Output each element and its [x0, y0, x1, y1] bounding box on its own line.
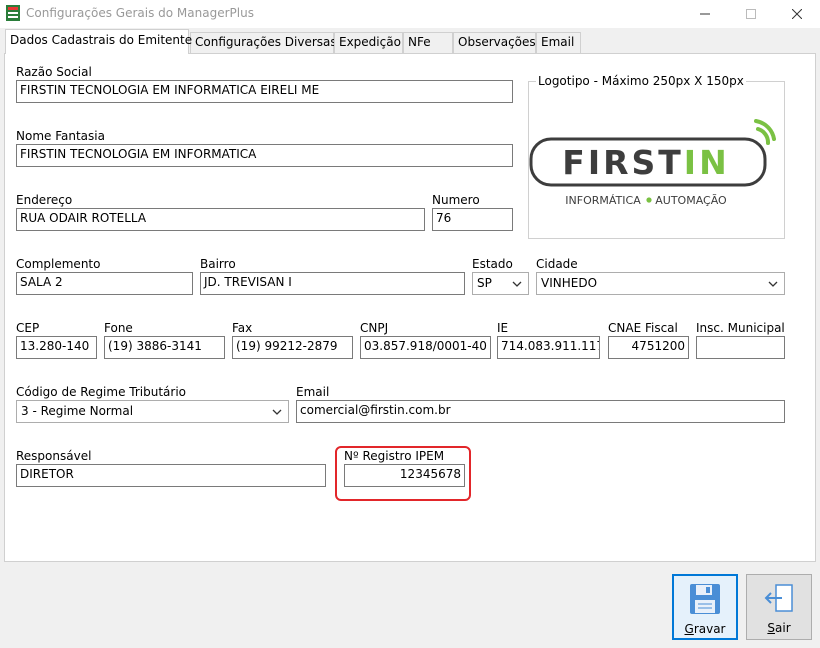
fax-label: Fax: [232, 321, 253, 335]
estado-value: SP: [477, 276, 492, 290]
logo-caption: Logotipo - Máximo 250px X 150px: [536, 74, 746, 88]
tab-nfe[interactable]: NFe: [403, 32, 453, 53]
responsavel-field[interactable]: DIRETOR: [16, 464, 326, 487]
numero-field[interactable]: 76: [432, 208, 513, 231]
insc-municipal-label: Insc. Municipal: [696, 321, 785, 335]
close-button[interactable]: [774, 0, 820, 28]
logo-box[interactable]: FIRSTIN INFORMÁTICA AUTOMAÇÃO: [528, 81, 785, 239]
endereco-label: Endereço: [16, 193, 73, 207]
ie-field[interactable]: 714.083.911.117: [497, 336, 600, 359]
logo-tag-right: AUTOMAÇÃO: [655, 194, 727, 207]
cep-field[interactable]: 13.280-140: [16, 336, 97, 359]
estado-select[interactable]: SP: [472, 272, 529, 295]
title-bar: Configurações Gerais do ManagerPlus: [0, 0, 820, 28]
minimize-button[interactable]: [682, 0, 728, 28]
sair-button[interactable]: Sair: [746, 574, 812, 640]
nome-fantasia-label: Nome Fantasia: [16, 129, 105, 143]
app-icon: [6, 5, 20, 21]
chevron-down-icon: [272, 409, 282, 415]
tab-expedicao[interactable]: Expedição: [334, 32, 403, 53]
tab-observacoes[interactable]: Observações: [453, 32, 536, 53]
ipem-highlight: [335, 446, 471, 501]
logo-text-in: IN: [684, 143, 730, 182]
nome-fantasia-field[interactable]: FIRSTIN TECNOLOGIA EM INFORMATICA: [16, 144, 513, 167]
razao-social-field[interactable]: FIRSTIN TECNOLOGIA EM INFORMATICA EIRELI…: [16, 80, 513, 103]
cnpj-field[interactable]: 03.857.918/0001-40: [360, 336, 491, 359]
fone-label: Fone: [104, 321, 133, 335]
maximize-icon: [746, 9, 756, 19]
save-icon: [690, 584, 720, 614]
tab-email[interactable]: Email: [536, 32, 581, 53]
numero-label: Numero: [432, 193, 480, 207]
sair-label: Sair: [767, 621, 791, 635]
bairro-field[interactable]: JD. TREVISAN I: [200, 272, 465, 295]
regime-label: Código de Regime Tributário: [16, 385, 187, 399]
email-label: Email: [296, 385, 330, 399]
tab-configuracoes-diversas[interactable]: Configurações Diversas: [190, 32, 337, 53]
fone-field[interactable]: (19) 3886-3141: [104, 336, 225, 359]
complemento-label: Complemento: [16, 257, 101, 271]
chevron-down-icon: [768, 281, 778, 287]
responsavel-label: Responsável: [16, 449, 92, 463]
regime-value: 3 - Regime Normal: [21, 404, 134, 418]
exit-icon: [764, 584, 793, 612]
window-title: Configurações Gerais do ManagerPlus: [26, 6, 254, 20]
razao-social-label: Razão Social: [16, 65, 92, 79]
cnae-label: CNAE Fiscal: [608, 321, 678, 335]
firstin-logo: FIRSTIN INFORMÁTICA AUTOMAÇÃO: [529, 119, 776, 207]
tab-dados-cadastrais[interactable]: Dados Cadastrais do Emitente: [5, 29, 192, 54]
cidade-select[interactable]: VINHEDO: [536, 272, 785, 295]
chevron-down-icon: [512, 281, 522, 287]
cnae-field[interactable]: 4751200: [608, 336, 689, 359]
cnpj-label: CNPJ: [360, 321, 389, 335]
gravar-button[interactable]: Gravar: [672, 574, 738, 640]
complemento-field[interactable]: SALA 2: [16, 272, 193, 295]
regime-select[interactable]: 3 - Regime Normal: [16, 400, 289, 423]
close-icon: [792, 9, 802, 19]
email-field[interactable]: comercial@firstin.com.br: [296, 400, 785, 423]
logo-dot: [646, 197, 652, 203]
logo-text-first: FIRST: [562, 143, 684, 182]
ie-label: IE: [497, 321, 509, 335]
fax-field[interactable]: (19) 99212-2879: [232, 336, 353, 359]
cep-label: CEP: [16, 321, 40, 335]
gravar-label: Gravar: [684, 622, 726, 636]
logo-tag-left: INFORMÁTICA: [565, 194, 641, 207]
bairro-label: Bairro: [200, 257, 236, 271]
minimize-icon: [700, 13, 710, 15]
insc-municipal-field[interactable]: [696, 336, 785, 359]
svg-text:FIRSTIN: FIRSTIN: [562, 143, 729, 182]
maximize-button[interactable]: [728, 0, 774, 28]
estado-label: Estado: [472, 257, 513, 271]
cidade-value: VINHEDO: [541, 276, 598, 290]
endereco-field[interactable]: RUA ODAIR ROTELLA: [16, 208, 425, 231]
cidade-label: Cidade: [536, 257, 578, 271]
